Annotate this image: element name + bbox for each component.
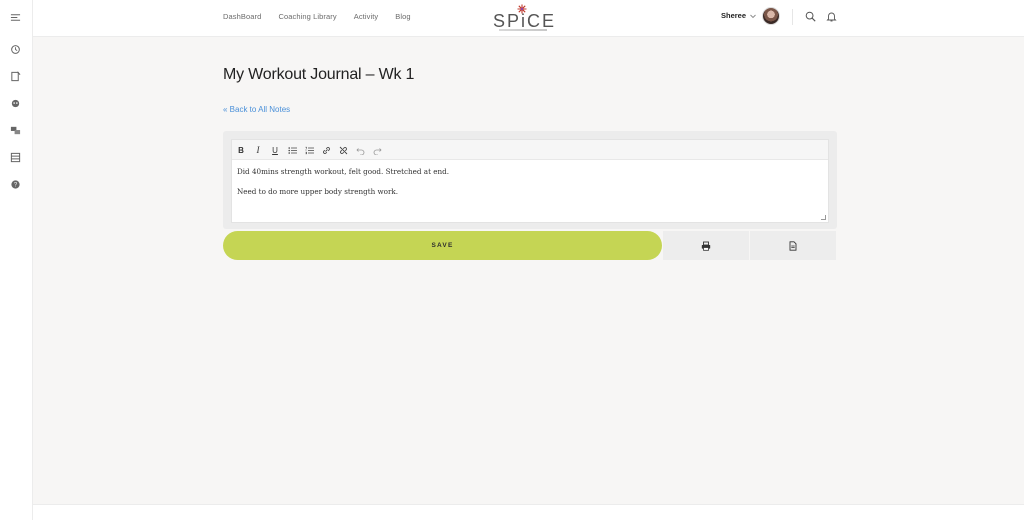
bold-icon[interactable]: B — [235, 144, 247, 156]
search-icon[interactable] — [805, 11, 816, 22]
content-line: Need to do more upper body strength work… — [237, 187, 399, 197]
print-icon — [701, 241, 711, 251]
groups-icon[interactable] — [9, 97, 21, 109]
logo-tagline-bar — [499, 29, 547, 31]
underline-icon[interactable]: U — [269, 144, 281, 156]
export-pdf-button[interactable] — [750, 231, 836, 260]
italic-icon[interactable]: I — [252, 144, 264, 156]
editor-toolbar: B I U — [232, 140, 828, 160]
nav-coaching-library[interactable]: Coaching Library — [278, 12, 336, 21]
bell-icon[interactable] — [826, 11, 837, 22]
redo-icon[interactable] — [371, 144, 383, 156]
header-divider — [792, 9, 793, 25]
resize-handle[interactable] — [821, 215, 826, 220]
print-button[interactable] — [663, 231, 749, 260]
top-header: DashBoard Coaching Library Activity Blog… — [33, 0, 1024, 37]
footer — [33, 504, 1024, 520]
nav-dashboard[interactable]: DashBoard — [223, 12, 261, 21]
main-nav: DashBoard Coaching Library Activity Blog — [223, 12, 428, 21]
menu-icon[interactable] — [9, 11, 21, 23]
help-icon[interactable]: ? — [9, 178, 21, 190]
messages-icon[interactable] — [9, 124, 21, 136]
left-sidebar: ? — [0, 0, 33, 520]
editor-container: B I U Did 40mins strength workout, felt … — [223, 131, 837, 229]
page-title: My Workout Journal – Wk 1 — [223, 66, 415, 83]
notes-icon[interactable] — [9, 70, 21, 82]
bullet-list-icon[interactable] — [286, 144, 298, 156]
avatar[interactable] — [762, 7, 780, 25]
chevron-down-icon[interactable] — [749, 12, 757, 20]
editor-content[interactable]: Did 40mins strength workout, felt good. … — [237, 168, 449, 208]
undo-icon[interactable] — [354, 144, 366, 156]
user-name[interactable]: Sheree — [721, 11, 746, 20]
nav-blog[interactable]: Blog — [395, 12, 410, 21]
link-icon[interactable] — [320, 144, 332, 156]
library-icon[interactable] — [9, 151, 21, 163]
history-icon[interactable] — [9, 43, 21, 55]
nav-activity[interactable]: Activity — [354, 12, 379, 21]
file-icon — [789, 240, 797, 251]
rich-text-editor[interactable]: B I U Did 40mins strength workout, felt … — [231, 139, 829, 223]
back-to-notes-link[interactable]: « Back to All Notes — [223, 105, 290, 114]
site-logo[interactable]: SPiCE — [493, 4, 554, 32]
note-actions: SAVE — [223, 231, 837, 260]
unlink-icon[interactable] — [337, 144, 349, 156]
content-line: Did 40mins strength workout, felt good. … — [237, 167, 450, 176]
numbered-list-icon[interactable] — [303, 144, 315, 156]
save-button[interactable]: SAVE — [223, 231, 662, 260]
